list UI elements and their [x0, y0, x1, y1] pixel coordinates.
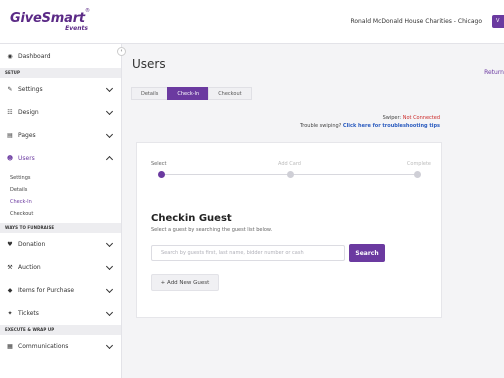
- guest-search-input[interactable]: [151, 245, 345, 261]
- organization-name: Ronald McDonald House Charities - Chicag…: [350, 18, 482, 25]
- tag-icon: ◆: [7, 287, 13, 294]
- chevron-down-icon: [105, 262, 114, 271]
- users-icon: ☻: [6, 155, 14, 162]
- view-site-button[interactable]: V: [492, 15, 504, 28]
- step-add-card-dot: [287, 171, 294, 178]
- sidebar-item-auction[interactable]: ⚒ Auction: [0, 256, 121, 279]
- tab-checkout[interactable]: Checkout: [208, 87, 252, 100]
- section-header-ways-to-fundraise: WAYS TO FUNDRAISE: [0, 223, 121, 233]
- troubleshooting-tips-link[interactable]: Click here for troubleshooting tips: [343, 123, 440, 129]
- logo-subtext: Events: [65, 25, 88, 32]
- sidebar-item-users[interactable]: ☻ Users: [0, 147, 121, 170]
- chevron-down-icon: [105, 239, 114, 248]
- sidebar-item-label: Communications: [18, 343, 69, 350]
- add-new-guest-button[interactable]: + Add New Guest: [151, 274, 219, 291]
- sidebar-item-donation[interactable]: ♥ Donation: [0, 233, 121, 256]
- sidebar-item-label: Items for Purchase: [18, 287, 75, 294]
- heart-icon: ♥: [7, 241, 13, 248]
- chevron-down-icon: [105, 341, 114, 350]
- sidebar-item-design[interactable]: ☷ Design: [0, 101, 121, 124]
- submenu-item-details[interactable]: Details: [0, 184, 121, 196]
- user-tabs: Details Check-In Checkout: [131, 87, 252, 100]
- return-link[interactable]: Return: [484, 69, 504, 76]
- step-complete-dot: [414, 171, 421, 178]
- sidebar-item-label: Pages: [18, 132, 36, 139]
- sidebar-item-label: Auction: [18, 264, 41, 271]
- sidebar: ◉ Dashboard SETUP ✎ Settings ☷ Design ▤ …: [0, 44, 122, 378]
- swipe-troubleshooting: Trouble swiping? Click here for troubles…: [132, 123, 440, 129]
- step-complete-label: Complete: [406, 161, 431, 167]
- sidebar-item-items-for-purchase[interactable]: ◆ Items for Purchase: [0, 279, 121, 302]
- submenu-item-settings[interactable]: Settings: [0, 172, 121, 184]
- section-header-setup: SETUP: [0, 68, 121, 78]
- swiper-status-value: Not Connected: [402, 115, 440, 121]
- section-header-execute-wrap-up: EXECUTE & WRAP UP: [0, 325, 121, 335]
- sidebar-item-label: Settings: [18, 86, 43, 93]
- sidebar-item-settings[interactable]: ✎ Settings: [0, 78, 121, 101]
- search-button[interactable]: Search: [349, 244, 385, 262]
- checkin-card: Select Add Card Complete Checkin Guest S…: [136, 142, 442, 318]
- swipe-tips-prefix: Trouble swiping?: [299, 123, 343, 129]
- sidebar-item-label: Dashboard: [18, 53, 51, 60]
- step-add-card-label: Add Card: [278, 161, 301, 167]
- tab-details[interactable]: Details: [131, 87, 169, 100]
- users-submenu: Settings Details Check-In Checkout: [0, 170, 121, 223]
- submenu-item-check-in[interactable]: Check-In: [0, 196, 121, 208]
- wrench-icon: ✎: [7, 86, 13, 93]
- chevron-down-icon: [105, 107, 114, 116]
- gavel-icon: ⚒: [7, 264, 13, 271]
- swiper-status: Swiper: Not Connected: [132, 115, 440, 121]
- swiper-status-label: Swiper:: [382, 115, 403, 121]
- main-content: Users Return Details Check-In Checkout S…: [122, 44, 504, 378]
- logo-text: GiveSmart: [10, 11, 85, 26]
- checkin-guest-subtitle: Select a guest by searching the guest li…: [151, 227, 273, 233]
- givesmart-logo[interactable]: GiveSmart® Events: [10, 9, 90, 32]
- page-title: Users: [132, 57, 166, 71]
- sidebar-item-label: Donation: [18, 241, 46, 248]
- sidebar-item-label: Tickets: [18, 310, 39, 317]
- chevron-down-icon: [105, 130, 114, 139]
- sidebar-item-label: Design: [18, 109, 39, 116]
- sidebar-item-pages[interactable]: ▤ Pages: [0, 124, 121, 147]
- logo-trademark: ®: [84, 8, 90, 14]
- tab-check-in[interactable]: Check-In: [167, 87, 210, 100]
- page-icon: ▤: [7, 132, 13, 139]
- chevron-down-icon: [105, 84, 114, 93]
- chevron-up-icon: [105, 155, 114, 164]
- step-select-dot: [158, 171, 165, 178]
- ticket-icon: ✦: [7, 310, 13, 317]
- chevron-down-icon: [105, 308, 114, 317]
- sidebar-item-tickets[interactable]: ✦ Tickets: [0, 302, 121, 325]
- top-bar: GiveSmart® Events Ronald McDonald House …: [0, 0, 504, 44]
- sliders-icon: ☷: [7, 109, 13, 116]
- gauge-icon: ◉: [7, 53, 13, 60]
- submenu-item-checkout[interactable]: Checkout: [0, 208, 121, 220]
- sidebar-item-dashboard[interactable]: ◉ Dashboard: [0, 45, 121, 68]
- sidebar-item-communications[interactable]: ▦ Communications: [0, 335, 121, 358]
- megaphone-icon: ▦: [7, 343, 13, 350]
- chevron-down-icon: [105, 285, 114, 294]
- checkin-guest-title: Checkin Guest: [151, 213, 232, 224]
- sidebar-collapse-icon[interactable]: ‹: [117, 47, 126, 56]
- sidebar-item-label: Users: [18, 155, 35, 162]
- step-select-label: Select: [151, 161, 167, 167]
- checkin-stepper: Select Add Card Complete: [151, 161, 431, 181]
